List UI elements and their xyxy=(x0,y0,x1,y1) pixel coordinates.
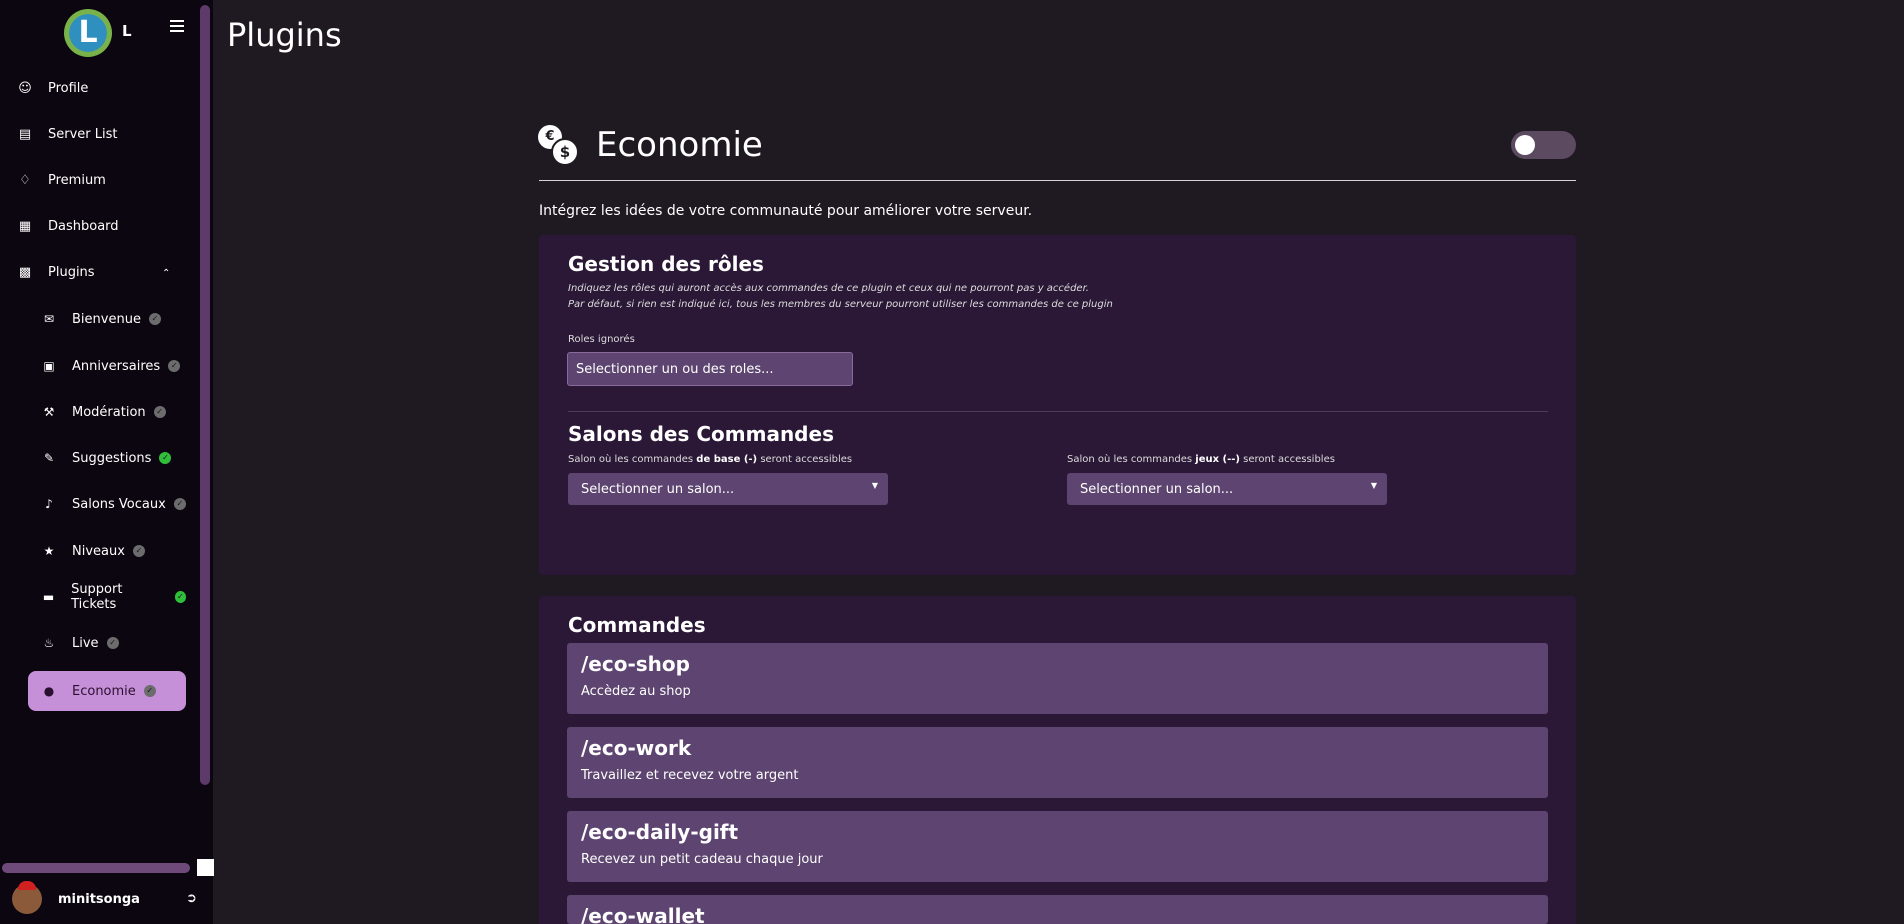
page-title: Plugins xyxy=(227,16,342,54)
server-icon: ▤ xyxy=(18,126,32,142)
base-channel-value: Selectionner un salon... xyxy=(581,481,735,497)
status-check-icon: ✓ xyxy=(132,545,145,557)
plugins-icon: ▩ xyxy=(18,264,32,280)
status-check-icon: ✓ xyxy=(168,360,181,372)
coins-icon: ● xyxy=(43,684,55,698)
ticket-icon: ▬ xyxy=(42,590,55,604)
games-channel-value: Selectionner un salon... xyxy=(1080,481,1234,497)
settings-panel: Gestion des rôles Indiquez les rôles qui… xyxy=(539,235,1576,575)
sidebar-item-moderation[interactable]: ⚒ Modération ✓ xyxy=(28,392,186,432)
command-name: /eco-shop xyxy=(581,652,690,676)
sidebar-item-dashboard[interactable]: ▦ Dashboard xyxy=(16,206,119,246)
chevron-down-icon: ▼ xyxy=(871,481,878,490)
status-check-icon: ✓ xyxy=(153,406,166,418)
chevron-up-icon[interactable]: ⌃ xyxy=(162,268,170,279)
status-check-icon: ✓ xyxy=(106,637,119,649)
games-channel-label: Salon où les commandes jeux (--) seront … xyxy=(1067,454,1335,465)
sidebar-item-label: Suggestions xyxy=(72,450,152,466)
scrollbar-corner xyxy=(197,859,214,876)
commands-title: Commandes xyxy=(568,613,706,637)
user-name: minitsonga xyxy=(58,892,140,907)
sidebar-item-label: Niveaux xyxy=(72,543,125,559)
calendar-icon: ▣ xyxy=(43,359,55,373)
sidebar-item-plugins[interactable]: ▩ Plugins xyxy=(16,252,95,292)
sidebar-item-label: Salons Vocaux xyxy=(72,496,166,512)
sidebar-item-label: Dashboard xyxy=(48,218,119,234)
dashboard-icon: ▦ xyxy=(18,218,32,234)
games-channel-select[interactable]: Selectionner un salon... ▼ xyxy=(1067,473,1387,505)
base-channel-select[interactable]: Selectionner un salon... ▼ xyxy=(568,473,888,505)
microphone-icon: ♪ xyxy=(45,497,53,511)
sidebar-item-economie[interactable]: ● Economie ✓ xyxy=(28,671,186,711)
sidebar-item-label: Bienvenue xyxy=(72,311,141,327)
trophy-icon: ★ xyxy=(43,544,55,558)
roles-help-line-1: Indiquez les rôles qui auront accès aux … xyxy=(568,283,1089,294)
sidebar-item-premium[interactable]: ♢ Premium xyxy=(16,160,106,200)
sidebar-item-live[interactable]: ♨ Live ✓ xyxy=(28,623,186,663)
megaphone-icon: ✉ xyxy=(43,312,55,326)
command-card[interactable]: /eco-work Travaillez et recevez votre ar… xyxy=(567,727,1548,798)
sidebar-horizontal-scrollbar[interactable] xyxy=(2,863,190,873)
chevron-down-icon: ▼ xyxy=(1370,481,1377,490)
sidebar-item-label: Server List xyxy=(48,126,118,142)
status-check-icon: ✓ xyxy=(143,685,156,697)
command-name: /eco-wallet xyxy=(581,904,705,924)
plugin-enable-toggle[interactable] xyxy=(1511,131,1576,159)
sidebar-item-label: Economie xyxy=(72,683,136,699)
status-check-icon: ✓ xyxy=(174,591,186,603)
sidebar-item-anniversaires[interactable]: ▣ Anniversaires ✓ xyxy=(28,346,186,386)
sidebar-item-label: Plugins xyxy=(48,264,95,280)
plugin-description: Intégrez les idées de votre communauté p… xyxy=(539,203,1033,219)
user-icon: ☺ xyxy=(18,80,32,96)
sidebar-item-support-tickets[interactable]: ▬ Support Tickets ✓ xyxy=(28,577,186,617)
sidebar-vertical-scrollbar[interactable] xyxy=(200,5,210,785)
plugin-title: Economie xyxy=(596,125,763,165)
sidebar: L L ☺ Profile ▤ Server List ♢ Premium ▦ … xyxy=(0,0,214,924)
bell-icon: ♨ xyxy=(43,636,55,650)
avatar[interactable] xyxy=(12,881,42,914)
brand-letter: L xyxy=(122,22,132,40)
sidebar-item-label: Support Tickets xyxy=(71,582,123,612)
command-name: /eco-daily-gift xyxy=(581,820,739,844)
roles-title: Gestion des rôles xyxy=(568,252,764,276)
command-description: Recevez un petit cadeau chaque jour xyxy=(581,852,823,867)
hamburger-menu-icon[interactable] xyxy=(170,20,184,32)
ignored-roles-select[interactable]: Selectionner un ou des roles... xyxy=(567,352,853,386)
sidebar-item-server-list[interactable]: ▤ Server List xyxy=(16,114,118,154)
economie-coins-icon: € $ xyxy=(538,125,580,167)
sidebar-item-label: Modération xyxy=(72,404,146,420)
sidebar-item-niveaux[interactable]: ★ Niveaux ✓ xyxy=(28,531,186,571)
brand-logo[interactable]: L xyxy=(64,9,112,57)
base-channel-label: Salon où les commandes de base (-) seron… xyxy=(568,454,853,465)
brand-logo-letter: L xyxy=(78,15,98,50)
header-divider xyxy=(539,180,1576,181)
roles-help-line-2: Par défaut, si rien est indiqué ici, tou… xyxy=(568,299,1113,310)
channels-title: Salons des Commandes xyxy=(568,422,834,446)
command-name: /eco-work xyxy=(581,736,692,760)
sidebar-item-label: Anniversaires xyxy=(72,358,161,374)
command-card[interactable]: /eco-daily-gift Recevez un petit cadeau … xyxy=(567,811,1548,882)
edit-icon: ✎ xyxy=(43,451,55,465)
sidebar-item-salons-vocaux[interactable]: ♪ Salons Vocaux ✓ xyxy=(28,484,186,524)
sidebar-item-label: Premium xyxy=(48,172,106,188)
command-card[interactable]: /eco-shop Accèdez au shop xyxy=(567,643,1548,714)
command-card[interactable]: /eco-wallet xyxy=(567,895,1548,924)
command-description: Travaillez et recevez votre argent xyxy=(581,768,799,783)
diamond-icon: ♢ xyxy=(19,172,31,188)
status-check-icon: ✓ xyxy=(173,498,186,510)
logout-icon[interactable]: ➲ xyxy=(186,891,197,906)
status-check-icon: ✓ xyxy=(159,452,172,464)
sidebar-item-label: Profile xyxy=(48,80,89,96)
sidebar-item-label: Live xyxy=(72,635,99,651)
ignored-roles-placeholder: Selectionner un ou des roles... xyxy=(576,361,774,377)
ignored-roles-label: Roles ignorés xyxy=(568,334,635,345)
command-description: Accèdez au shop xyxy=(581,684,691,699)
section-divider xyxy=(568,411,1548,412)
status-check-icon: ✓ xyxy=(148,313,161,325)
coin-front-icon: $ xyxy=(551,138,579,166)
sidebar-item-bienvenue[interactable]: ✉ Bienvenue ✓ xyxy=(28,299,186,339)
gavel-icon: ⚒ xyxy=(43,405,55,419)
sidebar-item-suggestions[interactable]: ✎ Suggestions ✓ xyxy=(28,438,186,478)
sidebar-item-profile[interactable]: ☺ Profile xyxy=(16,68,88,108)
